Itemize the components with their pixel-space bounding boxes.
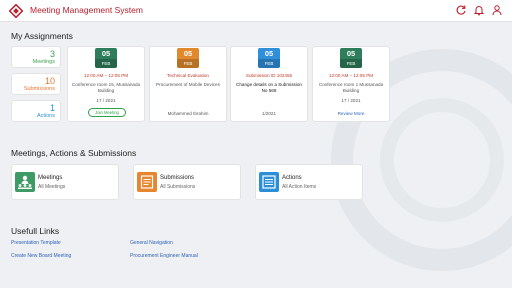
general-navigation-link[interactable]: General Navigation xyxy=(130,240,173,246)
meeting-time: 12:00 AM – 12:05 PM xyxy=(83,73,129,78)
date-badge: 05 FEB xyxy=(340,48,362,68)
evaluation-owner: Mohammed Ibrahim xyxy=(167,111,209,116)
meetings-counter[interactable]: 3 Meetings xyxy=(11,46,61,68)
meetings-tile[interactable]: Meetings All Meetings xyxy=(11,164,119,200)
evaluation-subject: Procurement of Mobile Devices xyxy=(156,82,220,87)
refresh-icon[interactable] xyxy=(455,4,467,16)
procurement-manual-link[interactable]: Procurement Engineer Manual xyxy=(130,253,198,259)
date-month: FEB xyxy=(95,59,117,68)
my-assignments-title: My Assignments xyxy=(11,31,73,41)
date-day: 05 xyxy=(346,49,356,58)
meeting-location: Conference room 1 Mussanada Building xyxy=(318,82,384,93)
date-month: FEB xyxy=(177,59,199,68)
meetings-count-label: Meetings xyxy=(32,59,55,65)
list-icon xyxy=(259,172,279,192)
useful-links-title: Usefull Links xyxy=(11,226,60,236)
actions-tile-title: Actions xyxy=(282,175,302,181)
date-month: FEB xyxy=(340,59,362,68)
review-more-link[interactable]: Review More xyxy=(315,111,387,117)
submission-subject: Change details on a Submission No 568 xyxy=(236,82,302,93)
submissions-tile[interactable]: Submissions All Submissions xyxy=(133,164,241,200)
meeting-number: 17 / 2021 xyxy=(96,98,116,103)
evaluation-type: Technical Evaluation xyxy=(167,73,209,78)
submissions-tile-subtitle: All Submissions xyxy=(160,184,196,190)
submissions-tile-title: Submissions xyxy=(160,175,195,181)
meetings-count: 3 xyxy=(49,49,55,59)
date-badge: 05 FEB xyxy=(177,48,199,68)
presentation-template-link[interactable]: Presentation Template xyxy=(11,240,61,246)
submission-id: Submission ID 102455 xyxy=(245,73,293,78)
mas-section-title: Meetings, Actions & Submissions xyxy=(11,148,137,158)
meeting-time: 12:00 AM – 12:05 PM xyxy=(328,73,374,78)
submission-number: 1/2021 xyxy=(261,111,277,116)
submissions-count: 10 xyxy=(44,76,55,86)
meeting-number: 17 / 2021 xyxy=(341,98,361,103)
actions-count-label: Actions xyxy=(36,113,55,119)
assignment-card-meeting[interactable]: 05 FEB 12:00 AM – 12:05 PM Conference ro… xyxy=(67,46,145,122)
meeting-location: Conference room 15, Mussanada Building xyxy=(71,82,141,93)
meetings-tile-title: Meetings xyxy=(38,175,63,181)
meetings-tile-subtitle: All Meetings xyxy=(38,184,66,190)
app-title: Meeting Management System xyxy=(30,5,143,15)
date-day: 05 xyxy=(264,49,274,58)
user-profile-icon[interactable] xyxy=(491,4,503,16)
date-badge: 05 FEB xyxy=(95,48,117,68)
app-header: Meeting Management System xyxy=(0,0,512,22)
app-logo-icon xyxy=(9,4,23,18)
create-board-meeting-link[interactable]: Create New Board Meeting xyxy=(11,253,71,259)
assignment-card-meeting-2[interactable]: 05 FEB 12:00 AM – 12:05 PM Conference ro… xyxy=(312,46,390,122)
join-meeting-button[interactable]: Join Meeting xyxy=(88,108,126,117)
actions-count: 1 xyxy=(49,103,55,113)
assignment-card-evaluation[interactable]: 05 FEB Technical Evaluation Procurement … xyxy=(149,46,227,122)
submissions-counter[interactable]: 10 Submissions xyxy=(11,73,61,95)
date-day: 05 xyxy=(183,49,193,58)
meeting-icon xyxy=(15,172,35,192)
date-day: 05 xyxy=(101,49,111,58)
actions-tile-subtitle: All Action Items xyxy=(282,184,317,190)
assignment-card-submission[interactable]: 05 FEB Submission ID 102455 Change detai… xyxy=(230,46,308,122)
date-badge: 05 FEB xyxy=(258,48,280,68)
actions-tile[interactable]: Actions All Action Items xyxy=(255,164,363,200)
document-icon xyxy=(137,172,157,192)
actions-counter[interactable]: 1 Actions xyxy=(11,100,61,122)
notification-bell-icon[interactable] xyxy=(473,4,485,16)
submissions-count-label: Submissions xyxy=(23,86,55,92)
date-month: FEB xyxy=(258,59,280,68)
